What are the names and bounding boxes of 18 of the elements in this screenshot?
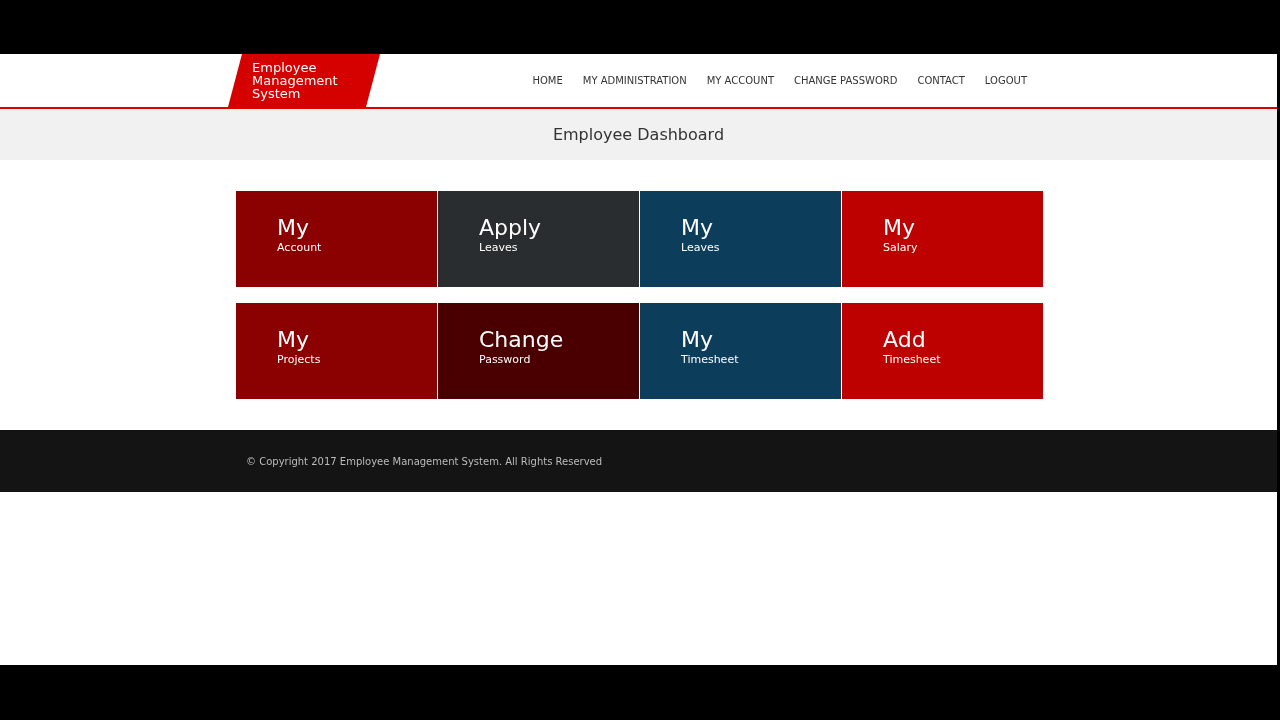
dashboard-tile[interactable]: My Salary [842, 191, 1043, 287]
copyright-text: © Copyright 2017 Employee Management System. All Rights Reserved [246, 455, 603, 467]
nav-link[interactable]: CONTACT [917, 75, 965, 86]
nav-link[interactable]: MY ACCOUNT [706, 75, 775, 86]
page-title: Employee Dashboard [552, 125, 725, 144]
dashboard-tile[interactable]: My Projects [236, 303, 437, 399]
logo-text: Employee Management System [252, 61, 339, 100]
dashboard-tile[interactable]: Add Timesheet [842, 303, 1043, 399]
dashboard-tile[interactable]: Change Password [438, 303, 639, 399]
nav-link[interactable]: MY ADMINISTRATION [582, 75, 687, 86]
dashboard-tile[interactable]: My Account [236, 191, 437, 287]
logo-badge[interactable]: Employee Management System [228, 54, 380, 107]
nav-link[interactable]: CHANGE PASSWORD [794, 75, 898, 86]
dashboard-tile[interactable]: Apply Leaves [438, 191, 639, 287]
dashboard-tile[interactable]: My Timesheet [640, 303, 841, 399]
dashboard-tile[interactable]: My Leaves [640, 191, 841, 287]
nav-link[interactable]: LOGOUT [984, 75, 1027, 86]
nav-link[interactable]: HOME [532, 75, 563, 86]
